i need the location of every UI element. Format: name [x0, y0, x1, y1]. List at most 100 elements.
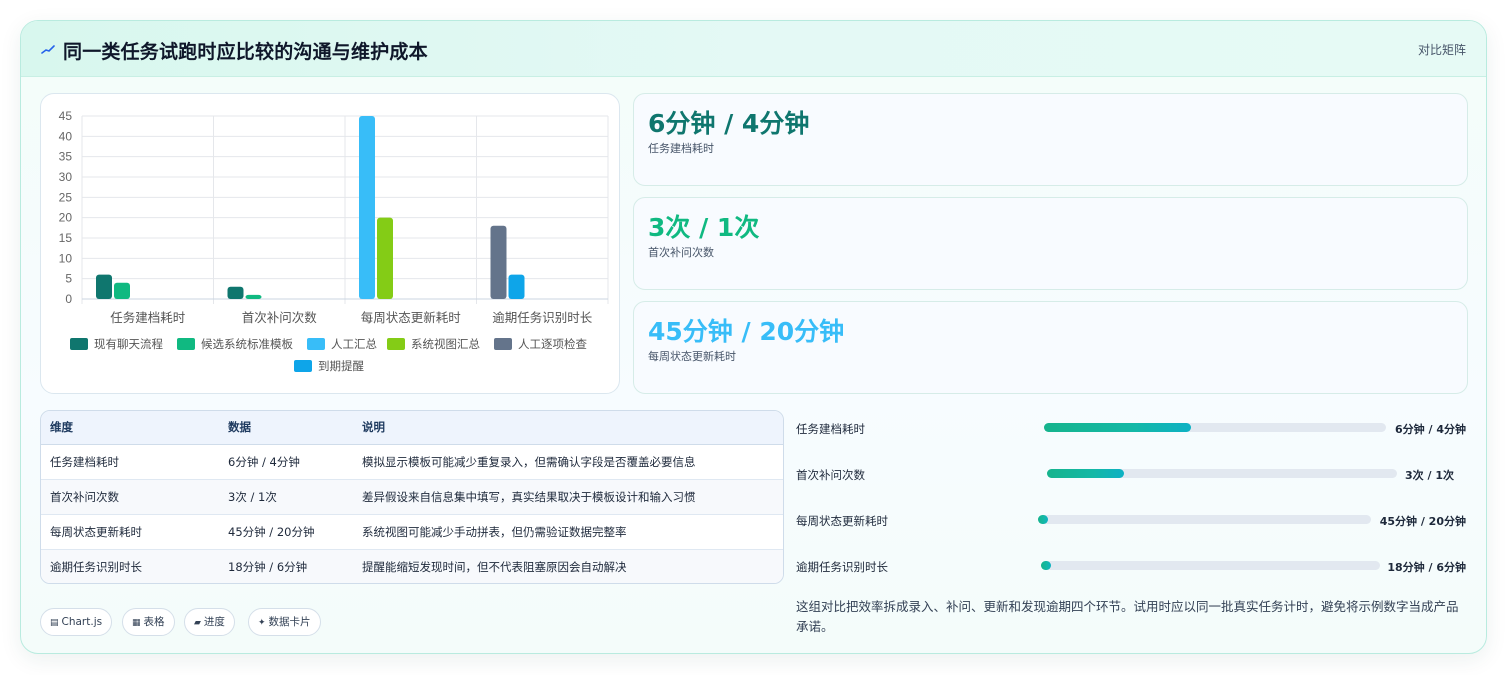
- progress-icon: ▰: [194, 618, 201, 628]
- y-tick-label: 5: [65, 272, 72, 286]
- metric-label: 每周状态更新耗时: [648, 350, 736, 363]
- x-tick-label: 每周状态更新耗时: [361, 310, 462, 325]
- chip-label: 进度: [203, 616, 225, 628]
- table-chip[interactable]: ▦ 表格: [122, 608, 175, 636]
- legend-label: 系统视图汇总: [411, 337, 480, 351]
- legend-swatch: [494, 338, 512, 350]
- bar: [377, 217, 393, 299]
- table-row: 每周状态更新耗时 45分钟 / 20分钟 系统视图可能减少手动拼表，但仍需验证数…: [41, 514, 783, 549]
- table-cell: 每周状态更新耗时: [50, 524, 142, 539]
- progress-track: [1041, 561, 1380, 570]
- legend-swatch: [70, 338, 88, 350]
- table-cell: 45分钟 / 20分钟: [228, 524, 315, 539]
- comparison-card: 同一类任务试跑时应比较的沟通与维护成本 对比矩阵 0 5 10 15 20 25 30 35 4…: [20, 20, 1487, 654]
- legend-label: 候选系统标准模板: [201, 337, 293, 351]
- metric-card: 45分钟 / 20分钟 每周状态更新耗时: [633, 301, 1468, 394]
- legend-swatch: [177, 338, 195, 350]
- progress-value: 18分钟 / 6分钟: [1387, 561, 1466, 574]
- progress-chip[interactable]: ▰ 进度: [184, 608, 235, 636]
- legend-label: 人工汇总: [331, 337, 377, 351]
- summary-note: 这组对比把效率拆成录入、补问、更新和发现逾期四个环节。试用时应以同一批真实任务计…: [796, 599, 1459, 634]
- y-tick-label: 20: [59, 211, 73, 225]
- table-cell: 任务建档耗时: [50, 454, 119, 469]
- metric-value: 6分钟 / 4分钟: [648, 109, 810, 138]
- y-tick-label: 45: [59, 109, 73, 123]
- bar: [114, 282, 130, 299]
- comparison-table: 维度 数据 说明 任务建档耗时 6分钟 / 4分钟 模拟显示模板可能减少重复录入…: [40, 410, 784, 584]
- table-row: 首次补问次数 3次 / 1次 差异假设来自信息集中填写，真实结果取决于模板设计和…: [41, 479, 783, 514]
- legend-label: 人工逐项检查: [518, 337, 587, 351]
- metric-card: 6分钟 / 4分钟 任务建档耗时: [633, 93, 1468, 186]
- progress-value: 6分钟 / 4分钟: [1395, 423, 1466, 436]
- progress-fill: [1047, 469, 1124, 478]
- y-tick-label: 0: [65, 292, 72, 306]
- table-header-row: 维度 数据 说明: [41, 411, 783, 445]
- table-row: 任务建档耗时 6分钟 / 4分钟 模拟显示模板可能减少重复录入，但需确认字段是否…: [41, 444, 783, 479]
- y-tick-label: 15: [59, 231, 73, 245]
- bar-chart-panel: 0 5 10 15 20 25 30 35 40 45 任务建档耗时 首次补问次数 每周状态更新耗时 逾期…: [40, 93, 620, 394]
- bar: [359, 116, 375, 299]
- table-icon: ▦: [132, 618, 141, 628]
- progress-fill: [1038, 515, 1048, 524]
- progress-label: 任务建档耗时: [796, 422, 865, 436]
- progress-value: 3次 / 1次: [1405, 469, 1454, 482]
- x-tick-label: 首次补问次数: [242, 310, 318, 325]
- x-tick-label: 任务建档耗时: [110, 310, 186, 325]
- table-cell: 差异假设来自信息集中填写，真实结果取决于模板设计和输入习惯: [362, 489, 696, 504]
- progress-track: [1044, 423, 1386, 432]
- metric-label: 首次补问次数: [648, 246, 714, 259]
- x-tick-label: 逾期任务识别时长: [492, 310, 593, 325]
- progress-fill: [1041, 561, 1052, 570]
- legend-swatch: [294, 360, 312, 372]
- table-cell: 首次补问次数: [50, 489, 119, 504]
- bar: [227, 286, 244, 299]
- y-tick-label: 30: [59, 170, 73, 184]
- y-tick-label: 35: [59, 150, 73, 164]
- table-cell: 6分钟 / 4分钟: [228, 454, 300, 469]
- trend-icon: [41, 45, 55, 54]
- chart-icon: ▤: [50, 618, 59, 628]
- legend-swatch: [387, 338, 405, 350]
- bar: [96, 274, 112, 299]
- progress-label: 每周状态更新耗时: [796, 514, 888, 528]
- table-cell: 3次 / 1次: [228, 489, 277, 504]
- sparkle-icon: ✦: [258, 618, 266, 628]
- y-tick-label: 40: [59, 129, 73, 143]
- chart-js-chip[interactable]: ▤ Chart.js: [40, 608, 113, 636]
- progress-fill: [1044, 423, 1192, 432]
- legend-label: 到期提醒: [318, 359, 364, 373]
- bar: [490, 225, 507, 299]
- metric-value: 45分钟 / 20分钟: [648, 317, 845, 346]
- column-header: 维度: [41, 411, 219, 445]
- metric-card: 3次 / 1次 首次补问次数: [633, 197, 1468, 290]
- legend-label: 现有聊天流程: [94, 337, 163, 351]
- y-tick-label: 25: [59, 190, 73, 204]
- progress-value: 45分钟 / 20分钟: [1379, 515, 1466, 528]
- page-title: 同一类任务试跑时应比较的沟通与维护成本: [63, 41, 428, 63]
- progress-track: [1047, 469, 1397, 478]
- table-cell: 模拟显示模板可能减少重复录入，但需确认字段是否覆盖必要信息: [362, 454, 696, 469]
- table-cell: 提醒能缩短发现时间，但不代表阻塞原因会自动解决: [362, 559, 627, 574]
- chip-label: 表格: [143, 616, 165, 628]
- y-tick-label: 10: [59, 251, 73, 265]
- bar: [245, 294, 262, 299]
- data-card-chip[interactable]: ✦ 数据卡片: [248, 608, 321, 636]
- card-header: 同一类任务试跑时应比较的沟通与维护成本 对比矩阵: [21, 21, 1486, 77]
- column-header: 数据: [219, 411, 353, 445]
- legend-swatch: [307, 338, 325, 350]
- progress-label: 逾期任务识别时长: [796, 560, 888, 574]
- bar: [508, 274, 525, 299]
- chip-label: 数据卡片: [268, 616, 311, 628]
- progress-label: 首次补问次数: [796, 468, 865, 482]
- metric-label: 任务建档耗时: [648, 142, 714, 155]
- table-cell: 系统视图可能减少手动拼表，但仍需验证数据完整率: [362, 524, 627, 539]
- progress-track: [1038, 515, 1371, 524]
- chip-label: Chart.js: [61, 616, 103, 628]
- table-cell: 逾期任务识别时长: [50, 559, 142, 574]
- metric-value: 3次 / 1次: [648, 213, 760, 242]
- bar-chart: 0 5 10 15 20 25 30 35 40 45 任务建档耗时 首次补问次数 每周状态更新耗时 逾期…: [59, 109, 609, 373]
- view-tag: 对比矩阵: [1417, 43, 1466, 57]
- table-row: 逾期任务识别时长 18分钟 / 6分钟 提醒能缩短发现时间，但不代表阻塞原因会自…: [41, 549, 783, 583]
- table-cell: 18分钟 / 6分钟: [228, 559, 308, 574]
- column-header: 说明: [353, 411, 783, 445]
